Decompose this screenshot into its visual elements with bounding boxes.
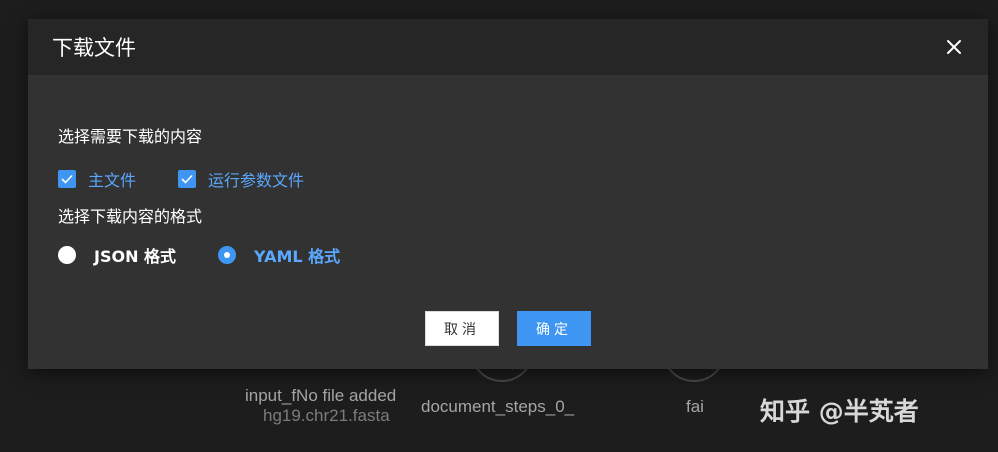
radio-json-format[interactable]: JSON 格式 <box>58 243 176 267</box>
checkbox-main-file[interactable]: 主文件 <box>58 167 136 191</box>
node-label: document_steps_0_ <box>421 397 575 416</box>
format-options: JSON 格式 YAML 格式 <box>58 241 958 269</box>
ok-button[interactable]: 确定 <box>517 311 591 346</box>
content-section-title: 选择需要下载的内容 <box>58 127 203 146</box>
checkbox-checked-icon[interactable] <box>58 170 76 188</box>
checkbox-params-file[interactable]: 运行参数文件 <box>178 167 304 191</box>
watermark: 知乎 @半芄者 <box>760 390 919 430</box>
checkbox-label: 运行参数文件 <box>208 171 305 190</box>
download-dialog: 下载文件 选择需要下载的内容 主文件 运行参数文件 选择下载内容的格式 JSON… <box>28 19 988 369</box>
checkbox-label: 主文件 <box>88 171 137 190</box>
radio-unselected-icon[interactable] <box>58 246 76 264</box>
radio-dot <box>224 252 231 258</box>
node-label: input_fNo file added <box>245 386 397 405</box>
dialog-title: 下载文件 <box>52 36 136 60</box>
node-label: fai <box>686 397 704 416</box>
content-options: 主文件 运行参数文件 <box>58 165 958 193</box>
close-icon[interactable] <box>942 35 966 59</box>
dialog-footer: 取消 确定 <box>28 311 988 346</box>
dialog-body: 选择需要下载的内容 主文件 运行参数文件 选择下载内容的格式 JSON 格式 Y… <box>28 75 988 269</box>
watermark-text: 知乎 @半芄者 <box>760 397 919 426</box>
radio-yaml-format[interactable]: YAML 格式 <box>218 243 340 267</box>
format-section-title: 选择下载内容的格式 <box>58 207 203 226</box>
radio-selected-icon[interactable] <box>218 246 237 264</box>
dialog-header: 下载文件 <box>28 19 988 75</box>
node-sublabel: hg19.chr21.fasta <box>263 406 390 425</box>
radio-label: YAML 格式 <box>254 247 341 266</box>
radio-label: JSON 格式 <box>94 247 177 266</box>
cancel-button[interactable]: 取消 <box>425 311 499 346</box>
checkbox-checked-icon[interactable] <box>178 170 197 188</box>
